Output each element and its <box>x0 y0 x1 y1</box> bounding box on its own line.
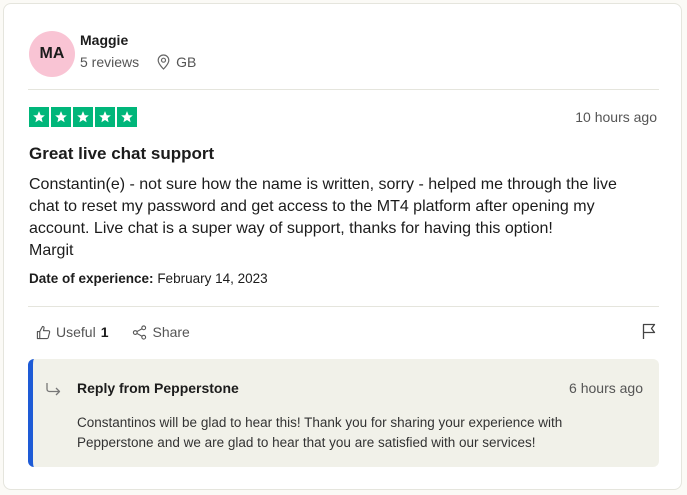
avatar-initials: MA <box>39 45 65 62</box>
star-icon <box>29 107 49 127</box>
star-rating <box>29 107 139 127</box>
review-body: Constantin(e) - not sure how the name is… <box>29 174 654 262</box>
reply-text-line: Constantinos will be glad to hear this! … <box>77 415 563 430</box>
reply-time: 6 hours ago <box>569 380 643 396</box>
reply-text: Constantinos will be glad to hear this! … <box>77 413 637 453</box>
avatar[interactable]: MA <box>29 31 75 77</box>
date-of-experience: Date of experience: February 14, 2023 <box>29 271 268 286</box>
review-body-line: Margit <box>29 242 74 259</box>
star-icon <box>73 107 93 127</box>
flag-icon <box>642 323 656 339</box>
review-body-line: Constantin(e) - not sure how the name is… <box>29 176 617 193</box>
reply-text-line: Pepperstone and we are glad to hear that… <box>77 435 536 450</box>
flag-button[interactable] <box>641 323 657 345</box>
star-icon <box>117 107 137 127</box>
reviews-count: 5 reviews <box>80 54 140 70</box>
reviewer-meta: 5 reviews GB <box>80 54 196 70</box>
review-card: MA Maggie 5 reviews GB 10 hours ago Grea… <box>3 3 682 490</box>
useful-button[interactable]: Useful 1 <box>36 324 108 340</box>
header-divider <box>28 89 659 90</box>
review-body-line: chat to reset my password and get access… <box>29 198 595 215</box>
reviewer-name[interactable]: Maggie <box>80 32 128 48</box>
review-actions: Useful 1 Share <box>36 324 214 340</box>
review-time: 10 hours ago <box>575 109 657 125</box>
review-body-line: account. Live chat is a super way of sup… <box>29 220 553 237</box>
share-button[interactable]: Share <box>132 324 190 340</box>
share-icon <box>133 324 147 340</box>
date-label: Date of experience: <box>29 271 154 286</box>
date-value: February 14, 2023 <box>157 271 268 286</box>
star-icon <box>51 107 71 127</box>
thumbs-up-icon <box>36 325 51 339</box>
reviewer-country: GB <box>157 54 196 70</box>
reply-from: Reply from Pepperstone <box>77 380 239 396</box>
location-pin-icon <box>157 54 170 70</box>
country-code: GB <box>176 54 197 70</box>
useful-label: Useful <box>56 324 96 340</box>
useful-count: 1 <box>100 324 109 340</box>
reply-arrow-icon <box>46 383 61 396</box>
footer-divider <box>28 306 659 307</box>
star-icon <box>95 107 115 127</box>
review-title[interactable]: Great live chat support <box>29 144 214 164</box>
company-reply: Reply from Pepperstone 6 hours ago Const… <box>28 359 659 467</box>
share-label: Share <box>152 324 190 340</box>
